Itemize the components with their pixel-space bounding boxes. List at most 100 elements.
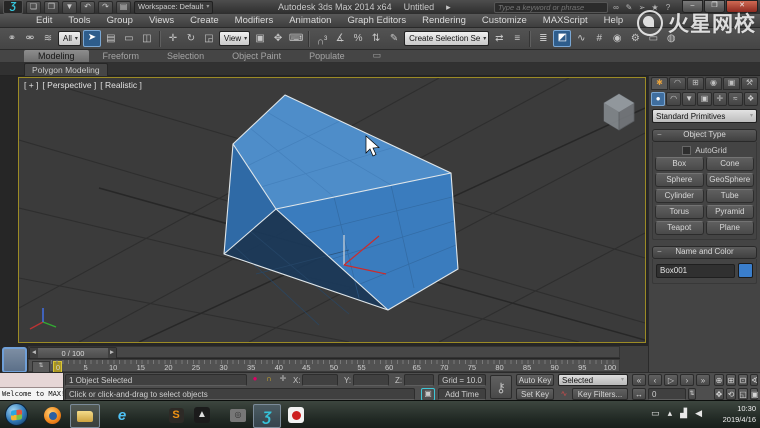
named-selection-set-dropdown[interactable]: Create Selection Se ▾ xyxy=(404,31,489,46)
category-geometry-icon[interactable]: ● xyxy=(651,92,665,106)
time-slider-track[interactable]: ◄ 0 / 100 ► xyxy=(28,346,620,358)
autogrid-checkbox[interactable] xyxy=(682,146,691,155)
go-to-start-button[interactable]: « xyxy=(632,374,646,386)
geometry-category-dropdown[interactable]: Standard Primitives ▾ xyxy=(652,109,757,123)
zoom-all-icon[interactable]: ⊞ xyxy=(726,374,736,386)
undo-icon[interactable]: ↶ xyxy=(80,1,95,14)
bind-to-space-warp-icon[interactable]: ≋ xyxy=(40,31,56,47)
category-lights-icon[interactable]: ▼ xyxy=(682,92,696,106)
select-and-link-icon[interactable]: ⚭ xyxy=(4,31,20,47)
volume-icon[interactable]: ◀ xyxy=(695,408,702,419)
auto-key-button[interactable]: Auto Key xyxy=(516,374,554,386)
previous-frame-arrow[interactable]: ◄ xyxy=(30,348,38,358)
next-frame-button[interactable]: › xyxy=(680,374,694,386)
tab-motion-icon[interactable]: ◉ xyxy=(705,77,722,90)
spinner-snap-icon[interactable]: ⇅ xyxy=(368,31,384,47)
reference-coordinate-dropdown[interactable]: View ▾ xyxy=(219,31,250,46)
select-and-move-icon[interactable]: ✛ xyxy=(165,31,181,47)
subscription-icon[interactable]: ✎ xyxy=(624,3,634,12)
category-cameras-icon[interactable]: ▣ xyxy=(697,92,711,106)
key-filters-button[interactable]: Key Filters... xyxy=(572,388,628,400)
object-type-pyramid[interactable]: Pyramid xyxy=(706,205,755,219)
select-by-name-icon[interactable]: ▤ xyxy=(103,31,119,47)
zoom-region-icon[interactable]: ◱ xyxy=(738,388,748,400)
taskbar-firefox[interactable] xyxy=(40,404,64,426)
field-of-view-icon[interactable]: ∢ xyxy=(750,374,758,386)
go-to-end-button[interactable]: » xyxy=(696,374,710,386)
keyboard-override-icon[interactable]: ⌨ xyxy=(288,31,304,47)
object-type-teapot[interactable]: Teapot xyxy=(655,221,704,235)
key-mode-toggle[interactable]: ↔ xyxy=(632,388,646,400)
frame-spinner[interactable]: ⇅ xyxy=(688,388,696,400)
viewport-view-label[interactable]: [ Perspective ] xyxy=(42,80,96,90)
menu-item[interactable]: Group xyxy=(99,15,141,26)
orbit-icon[interactable]: ⟲ xyxy=(726,388,736,400)
app-menu-button[interactable]: Ʒ xyxy=(3,0,23,14)
object-color-swatch[interactable] xyxy=(738,263,753,278)
set-key-button[interactable]: Set Key xyxy=(516,388,554,400)
taskbar-recorder[interactable] xyxy=(284,404,308,426)
snap-toggle-3d-icon[interactable]: ∩3 xyxy=(314,31,330,47)
tab-selection[interactable]: Selection xyxy=(153,50,218,62)
object-name-field[interactable]: Box001 xyxy=(656,264,735,278)
track-bar[interactable]: ⇅ 05101520253035404550556065707580859095… xyxy=(28,359,620,372)
pan-view-icon[interactable]: ✥ xyxy=(714,388,724,400)
object-type-cone[interactable]: Cone xyxy=(706,157,755,171)
graphite-modeling-toolbar-icon[interactable]: ◩ xyxy=(553,30,571,47)
viewport-shading-label[interactable]: [ Realistic ] xyxy=(100,80,142,90)
menu-item[interactable]: Animation xyxy=(281,15,339,26)
perspective-viewport[interactable]: [ + ] [ Perspective ] [ Realistic ] xyxy=(18,77,646,343)
tab-create-icon[interactable]: ✱ xyxy=(651,77,668,90)
taskbar-explorer[interactable] xyxy=(70,404,100,428)
render-setup-icon[interactable]: ⚙ xyxy=(627,31,643,47)
tab-display-icon[interactable]: ▣ xyxy=(723,77,740,90)
favorites-icon[interactable]: ★ xyxy=(650,3,660,12)
taskbar-sublime[interactable]: S xyxy=(164,404,188,426)
select-and-scale-icon[interactable]: ◲ xyxy=(201,31,217,47)
minimize-button[interactable]: – xyxy=(682,0,703,13)
play-button[interactable]: ▷ xyxy=(664,374,678,386)
tab-freeform[interactable]: Freeform xyxy=(89,50,154,62)
default-in-out-tangent-icon[interactable]: ∿ xyxy=(558,389,570,400)
category-space-warps-icon[interactable]: ≈ xyxy=(728,92,742,106)
next-frame-arrow[interactable]: ► xyxy=(108,348,116,358)
menu-item[interactable]: Graph Editors xyxy=(339,15,414,26)
restore-button[interactable]: ❐ xyxy=(704,0,725,13)
absolute-offset-toggle-icon[interactable]: ✛ xyxy=(277,374,289,385)
project-folder-icon[interactable]: ▤ xyxy=(116,1,131,14)
taskbar-capture-app[interactable]: ◎ xyxy=(226,404,250,426)
add-time-tag[interactable]: Add Time Tag xyxy=(438,388,486,400)
polygon-modeling-panel[interactable]: Polygon Modeling xyxy=(24,63,108,76)
tray-app-icon[interactable]: ▭ xyxy=(651,408,660,419)
edit-named-selection-sets-icon[interactable]: ✎ xyxy=(386,31,402,47)
previous-frame-button[interactable]: ‹ xyxy=(648,374,662,386)
zoom-viewport-icon[interactable]: ⊕ xyxy=(714,374,724,386)
align-icon[interactable]: ≡ xyxy=(509,31,525,47)
taskbar-internet-explorer[interactable]: e xyxy=(110,404,134,426)
save-file-icon[interactable]: ▼ xyxy=(62,1,77,14)
z-coordinate-field[interactable] xyxy=(404,374,434,386)
object-type-plane[interactable]: Plane xyxy=(706,221,755,235)
menu-item[interactable]: Customize xyxy=(474,15,535,26)
object-type-cylinder[interactable]: Cylinder xyxy=(655,189,704,203)
category-helpers-icon[interactable]: ✛ xyxy=(713,92,727,106)
selection-lock-pin-icon[interactable]: ● xyxy=(249,374,261,385)
menu-item[interactable]: Help xyxy=(596,15,632,26)
menu-item[interactable]: Tools xyxy=(60,15,98,26)
rectangular-selection-region-icon[interactable]: ▭ xyxy=(121,31,137,47)
search-input[interactable] xyxy=(494,2,608,13)
open-file-icon[interactable]: ❒ xyxy=(44,1,59,14)
tab-modeling[interactable]: Modeling xyxy=(24,50,89,62)
selection-set-key-dropdown[interactable]: Selected ▾ xyxy=(558,374,628,386)
window-crossing-icon[interactable]: ◫ xyxy=(139,31,155,47)
name-color-rollout-header[interactable]: − Name and Color xyxy=(652,246,757,259)
tab-populate[interactable]: Populate xyxy=(295,50,359,62)
help-icon[interactable]: ? xyxy=(663,3,673,12)
tab-utilities-icon[interactable]: ⚒ xyxy=(741,77,758,90)
taskbar-3dsmax-active[interactable]: Ʒ xyxy=(253,404,281,428)
render-production-icon[interactable]: ◍ xyxy=(663,31,679,47)
select-and-manipulate-icon[interactable]: ✥ xyxy=(270,31,286,47)
select-and-rotate-icon[interactable]: ↻ xyxy=(183,31,199,47)
object-type-geosphere[interactable]: GeoSphere xyxy=(706,173,755,187)
current-frame-field[interactable]: 0 xyxy=(648,388,686,400)
